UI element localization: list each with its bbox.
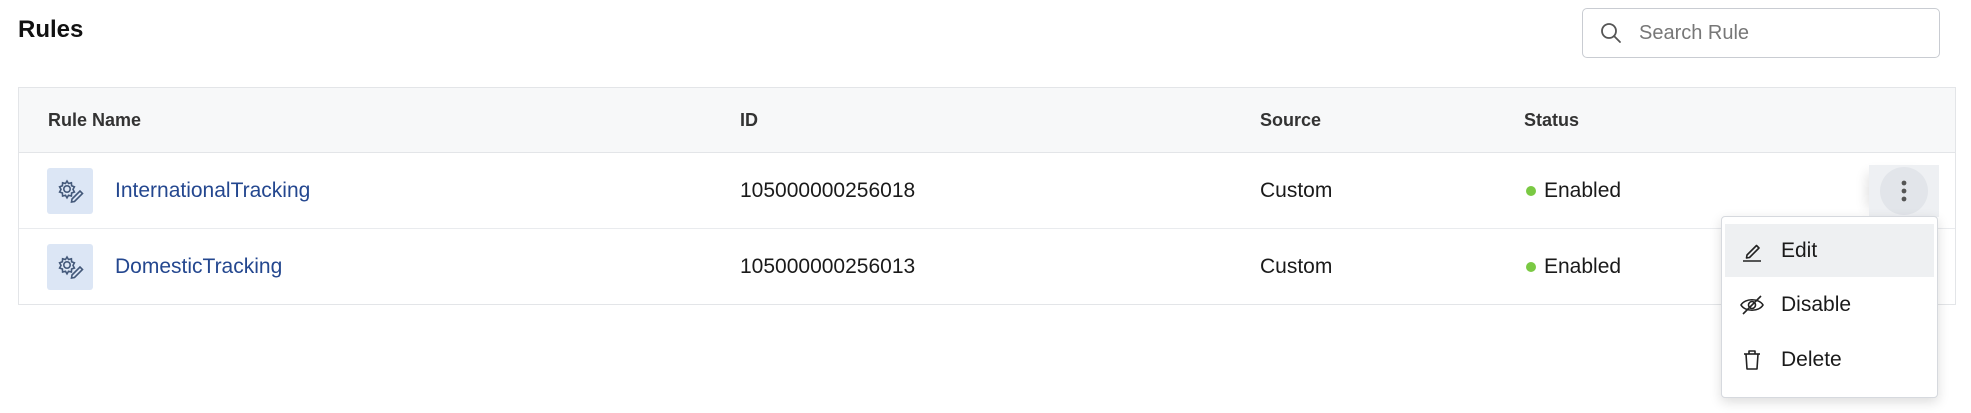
status-dot-icon: [1526, 185, 1536, 196]
menu-item-delete[interactable]: Delete: [1725, 333, 1934, 386]
row-actions: [1869, 165, 1939, 217]
status-badge: Enabled: [1526, 153, 1621, 228]
row-actions-menu: Edit Disable Delete: [1721, 216, 1938, 398]
column-header-id[interactable]: ID: [740, 88, 758, 152]
rule-id: 105000000256018: [740, 179, 916, 202]
search-input[interactable]: [1637, 20, 1939, 46]
menu-item-disable[interactable]: Disable: [1725, 278, 1934, 331]
table-row: DomesticTracking 105000000256013 Custom …: [19, 229, 1955, 304]
column-header-rule-name[interactable]: Rule Name: [48, 88, 141, 152]
menu-item-label: Delete: [1781, 347, 1842, 371]
menu-item-label: Disable: [1781, 292, 1852, 316]
rules-table: Rule Name ID Source Status International…: [18, 87, 1956, 305]
menu-item-label: Edit: [1781, 238, 1818, 262]
column-header-status[interactable]: Status: [1524, 88, 1579, 152]
edit-pencil-icon: [1739, 238, 1765, 264]
gear-pencil-icon: [47, 244, 93, 290]
table-row: InternationalTracking 105000000256018 Cu…: [19, 153, 1955, 229]
status-badge: Enabled: [1526, 229, 1621, 304]
rule-id: 105000000256013: [740, 255, 916, 278]
kebab-icon: [1901, 180, 1907, 202]
rule-source: Custom: [1260, 255, 1333, 278]
menu-item-edit[interactable]: Edit: [1725, 224, 1934, 277]
more-options-button[interactable]: [1880, 167, 1928, 215]
eye-slash-icon: [1739, 292, 1765, 318]
table-header: Rule Name ID Source Status: [19, 88, 1955, 153]
search-box[interactable]: [1582, 8, 1940, 58]
page-title: Rules: [18, 16, 84, 43]
rule-name-link[interactable]: DomesticTracking: [115, 229, 282, 304]
column-header-source[interactable]: Source: [1260, 88, 1321, 152]
rule-source: Custom: [1260, 179, 1333, 202]
search-icon: [1599, 21, 1623, 45]
gear-pencil-icon: [47, 168, 93, 214]
status-dot-icon: [1526, 261, 1536, 272]
trash-icon: [1739, 347, 1765, 373]
status-label: Enabled: [1544, 179, 1622, 202]
rule-name-link[interactable]: InternationalTracking: [115, 153, 310, 228]
status-label: Enabled: [1544, 255, 1622, 278]
